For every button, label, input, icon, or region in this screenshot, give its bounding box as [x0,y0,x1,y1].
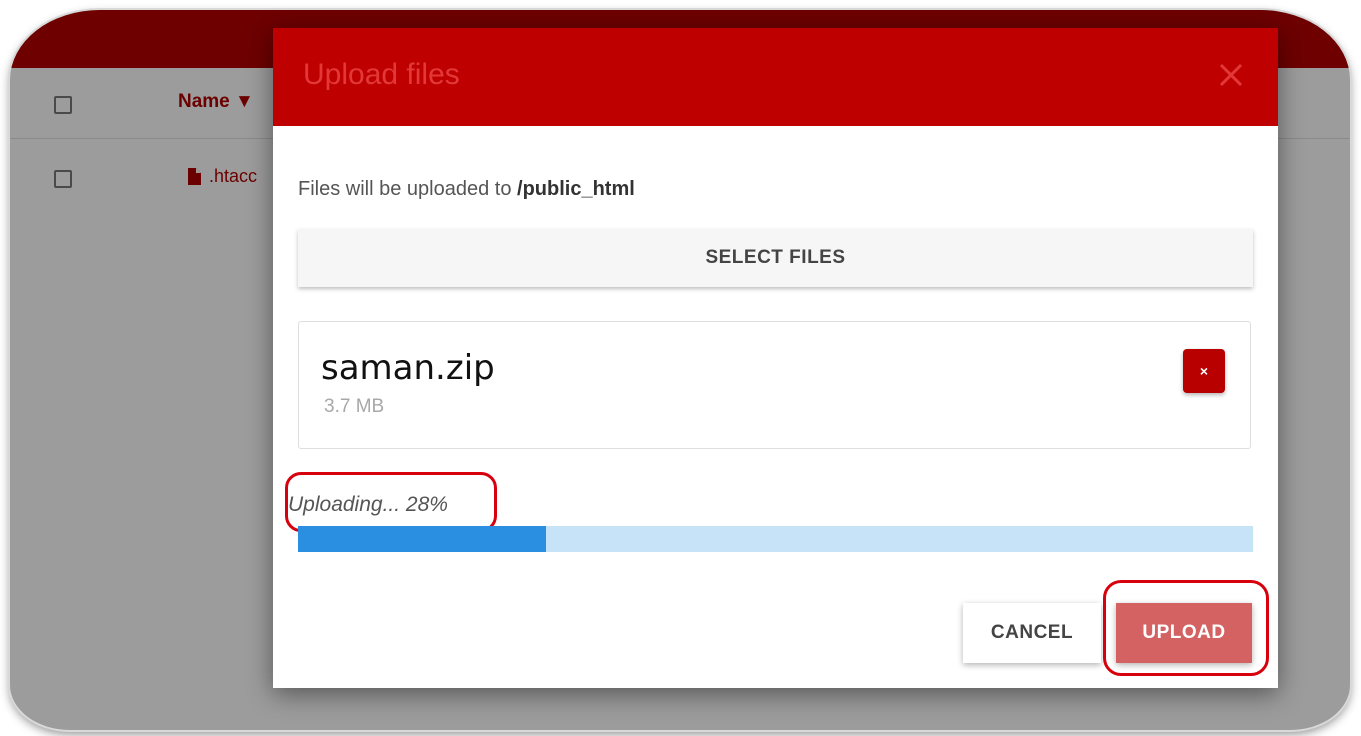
select-all-checkbox[interactable] [54,96,72,114]
dialog-header: Upload files [273,28,1278,126]
dialog-title: Upload files [303,58,460,91]
file-size: 3.7 MB [324,396,385,417]
name-column-header[interactable]: Name ▼ [178,91,254,113]
file-icon [188,168,201,185]
remove-icon: × [1199,363,1209,379]
upload-dialog: Upload files Files will be uploaded to /… [273,28,1278,688]
file-name: saman.zip [321,348,495,388]
close-icon[interactable] [1216,62,1246,92]
file-row-name[interactable]: .htacc [188,166,257,187]
file-row-label: .htacc [209,166,258,186]
close-x-glyph [1219,63,1243,87]
destination-text: Files will be uploaded to /public_html [298,178,635,201]
remove-file-button[interactable]: × [1183,349,1225,393]
row-checkbox[interactable] [54,170,72,188]
upload-progress-bar [298,526,1253,552]
upload-progress-fill [298,526,547,552]
cancel-button[interactable]: CANCEL [963,603,1101,663]
select-files-button[interactable]: SELECT FILES [298,229,1253,287]
destination-prefix: Files will be uploaded to [298,178,518,200]
destination-path: /public_html [517,178,635,200]
file-card: saman.zip 3.7 MB × [298,321,1251,449]
upload-button[interactable]: UPLOAD [1116,603,1252,663]
upload-status-text: Uploading... 28% [288,493,448,516]
